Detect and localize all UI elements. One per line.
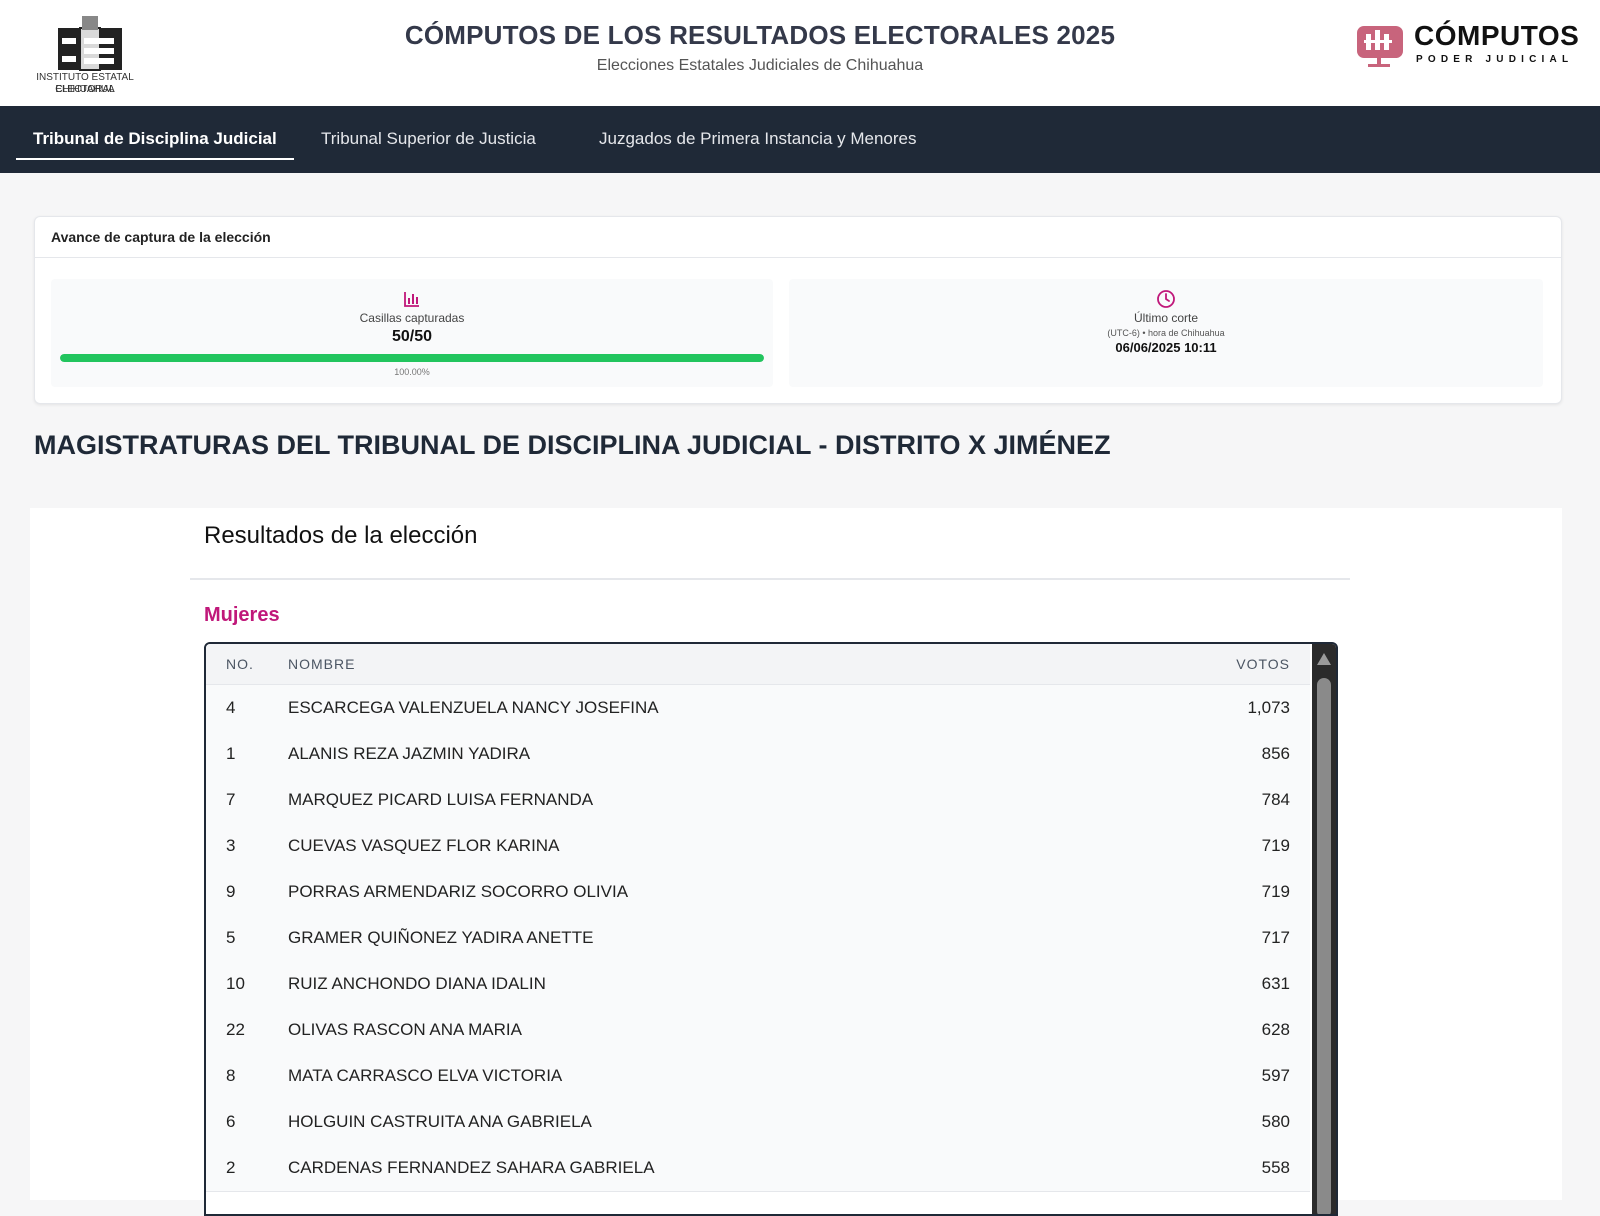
captured-value: 50/50 <box>391 328 433 345</box>
ballot-box-logo-icon <box>58 16 122 71</box>
last-cut-stat: Último corte (UTC-6) • hora de Chihuahua… <box>789 279 1543 387</box>
results-table[interactable]: NO. NOMBRE VOTOS 4 ESCARCEGA VALENZUELA N… <box>204 642 1338 1216</box>
tab-tribunal-disciplina[interactable]: Tribunal de Disciplina Judicial <box>16 106 294 173</box>
candidate-name: MATA CARRASCO ELVA VICTORIA <box>288 1066 563 1085</box>
table-header: NO. NOMBRE VOTOS <box>206 644 1310 685</box>
computos-logo: CÓMPUTOS PODER JUDICIAL <box>1356 18 1586 72</box>
bar-chart-icon <box>404 292 419 307</box>
candidate-votes: 719 <box>1261 882 1290 901</box>
candidate-number: 3 <box>226 836 236 855</box>
election-tabs: Tribunal de Disciplina Judicial Tribunal… <box>0 106 1600 173</box>
scroll-up-icon[interactable] <box>1316 652 1332 666</box>
table-row: 22 OLIVAS RASCON ANA MARIA 628 <box>206 1007 1310 1054</box>
candidate-name: GRAMER QUIÑONEZ YADIRA ANETTE <box>288 928 594 947</box>
progress-bar-fill <box>60 354 764 362</box>
brand-subword: PODER JUDICIAL <box>1416 54 1574 65</box>
candidate-name: CUEVAS VASQUEZ FLOR KARINA <box>288 836 560 855</box>
card-heading: Avance de captura de la elección <box>35 217 1561 258</box>
candidate-number: 5 <box>226 928 236 947</box>
timezone-note: (UTC-6) • hora de Chihuahua <box>1107 328 1225 338</box>
capture-progress-card: Avance de captura de la elección Casilla… <box>34 216 1562 404</box>
table-row: 8 MATA CARRASCO ELVA VICTORIA 597 <box>206 1053 1310 1100</box>
candidate-votes: 558 <box>1261 1158 1290 1177</box>
table-row: 4 ESCARCEGA VALENZUELA NANCY JOSEFINA 1,07… <box>206 685 1310 732</box>
election-title: MAGISTRATURAS DEL TRIBUNAL DE DISCIPLINA… <box>34 430 1111 460</box>
candidate-number: 6 <box>226 1112 236 1131</box>
table-row: 2 CARDENAS FERNANDEZ SAHARA GABRIELA 558 <box>206 1145 1310 1192</box>
org-caption-state: CHIHUAHUA <box>55 84 115 95</box>
candidate-number: 8 <box>226 1066 236 1085</box>
table-row: 5 GRAMER QUIÑONEZ YADIRA ANETTE 717 <box>206 915 1310 962</box>
candidate-name: ALANIS REZA JAZMIN YADIRA <box>288 744 531 763</box>
candidate-number: 10 <box>226 974 245 993</box>
candidate-number: 4 <box>226 698 236 717</box>
candidate-votes: 719 <box>1261 836 1290 855</box>
candidate-number: 9 <box>226 882 236 901</box>
column-no: NO. <box>226 656 254 672</box>
scroll-thumb[interactable] <box>1317 678 1331 1214</box>
tab-tribunal-superior[interactable]: Tribunal Superior de Justicia <box>321 106 536 173</box>
candidate-name: RUIZ ANCHONDO DIANA IDALIN <box>288 974 546 993</box>
table-row: 9 PORRAS ARMENDARIZ SOCORRO OLIVIA 719 <box>206 869 1310 916</box>
candidate-name: ESCARCEGA VALENZUELA NANCY JOSEFINA <box>288 698 659 717</box>
candidate-votes: 631 <box>1261 974 1290 993</box>
results-title: Resultados de la elección <box>204 522 478 549</box>
captured-stat: Casillas capturadas 50/50 100.00% <box>51 279 773 387</box>
candidate-number: 7 <box>226 790 236 809</box>
last-cut-label: Último corte <box>1133 311 1198 325</box>
candidate-number: 1 <box>226 744 236 763</box>
tab-juzgados[interactable]: Juzgados de Primera Instancia y Menores <box>599 106 917 173</box>
candidate-name: PORRAS ARMENDARIZ SOCORRO OLIVIA <box>288 882 629 901</box>
results-panel: Resultados de la elección Mujeres NO. NO… <box>30 508 1562 1216</box>
candidate-votes: 597 <box>1261 1066 1290 1085</box>
table-row: 10 RUIZ ANCHONDO DIANA IDALIN 631 <box>206 961 1310 1008</box>
page-subtitle: Elecciones Estatales Judiciales de Chihu… <box>596 57 924 74</box>
candidate-votes: 784 <box>1261 790 1290 809</box>
clock-icon <box>1157 290 1175 308</box>
table-scrollbar[interactable] <box>1312 644 1336 1214</box>
title-block: CÓMPUTOS DE LOS RESULTADOS ELECTORALES 2… <box>360 20 1160 75</box>
candidate-votes: 717 <box>1261 928 1290 947</box>
column-name: NOMBRE <box>288 656 356 672</box>
divider <box>190 578 1350 580</box>
column-votes: VOTOS <box>1236 656 1290 672</box>
candidate-name: OLIVAS RASCON ANA MARIA <box>288 1020 522 1039</box>
judicial-screen-icon <box>1357 26 1403 67</box>
candidate-name: HOLGUIN CASTRUITA ANA GABRIELA <box>288 1112 592 1131</box>
candidate-votes: 856 <box>1261 744 1290 763</box>
table-row: 7 MARQUEZ PICARD LUISA FERNANDA 784 <box>206 777 1310 824</box>
table-row: 6 HOLGUIN CASTRUITA ANA GABRIELA 580 <box>206 1099 1310 1146</box>
group-title: Mujeres <box>204 604 280 626</box>
progress-bar <box>60 354 764 362</box>
candidate-name: CARDENAS FERNANDEZ SAHARA GABRIELA <box>288 1158 655 1177</box>
table-row: 3 CUEVAS VASQUEZ FLOR KARINA 719 <box>206 823 1310 870</box>
candidate-name: MARQUEZ PICARD LUISA FERNANDA <box>288 790 594 809</box>
candidate-votes: 580 <box>1261 1112 1290 1131</box>
last-cut-value: 06/06/2025 10:11 <box>1115 340 1217 355</box>
captured-label: Casillas capturadas <box>359 311 465 325</box>
progress-percent: 100.00% <box>394 367 430 377</box>
candidate-number: 2 <box>226 1158 236 1177</box>
header: INSTITUTO ESTATAL ELECTORAL CHIHUAHUA CÓ… <box>0 0 1600 106</box>
page-title: CÓMPUTOS DE LOS RESULTADOS ELECTORALES 2… <box>404 20 1116 50</box>
brand-word: CÓMPUTOS <box>1414 20 1580 51</box>
candidate-number: 22 <box>226 1020 245 1039</box>
candidate-votes: 628 <box>1261 1020 1290 1039</box>
table-row: 1 ALANIS REZA JAZMIN YADIRA 856 <box>206 731 1310 778</box>
iee-logo: INSTITUTO ESTATAL ELECTORAL CHIHUAHUA <box>14 8 156 98</box>
candidate-votes: 1,073 <box>1247 698 1290 717</box>
